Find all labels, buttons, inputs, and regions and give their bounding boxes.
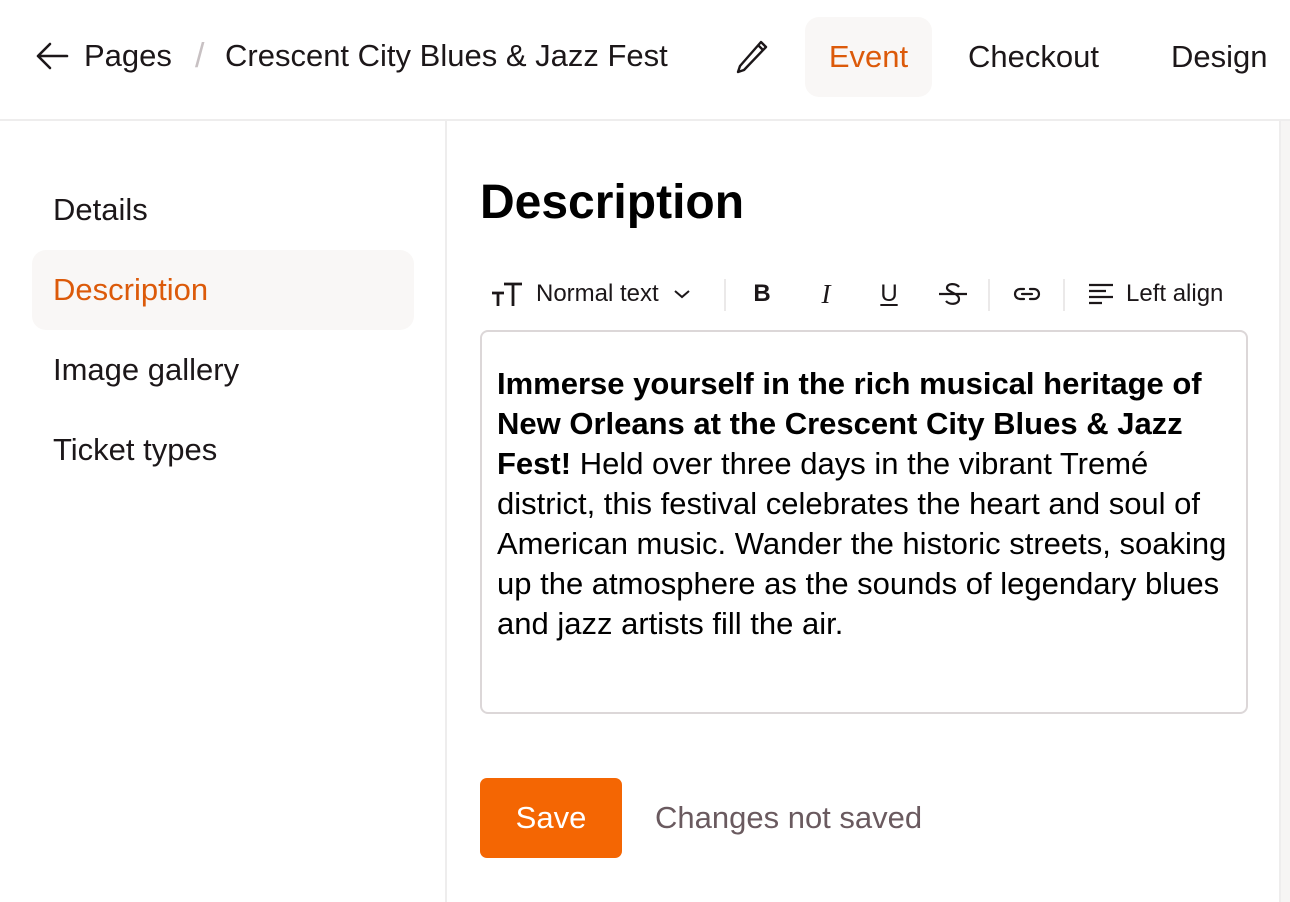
tab-event[interactable]: Event — [805, 17, 932, 97]
bold-button[interactable]: B — [750, 273, 774, 315]
tab-design[interactable]: Design — [1171, 17, 1268, 97]
underline-button[interactable]: U — [877, 273, 901, 315]
toolbar-divider — [724, 279, 726, 311]
tab-checkout[interactable]: Checkout — [968, 17, 1099, 97]
editor-toolbar: Normal text B I U Left align — [480, 273, 1250, 315]
top-bar: Pages / Crescent City Blues & Jazz Fest … — [0, 0, 1290, 121]
arrow-left-icon — [36, 42, 69, 70]
text-style-value: Normal text — [536, 280, 659, 307]
page-title: Crescent City Blues & Jazz Fest — [225, 38, 668, 73]
link-button[interactable] — [1011, 273, 1043, 315]
breadcrumb-separator: / — [195, 37, 205, 75]
sidebar-item-ticket-types[interactable]: Ticket types — [32, 410, 414, 490]
link-icon — [1013, 287, 1041, 301]
toolbar-divider — [1063, 279, 1065, 311]
save-status: Changes not saved — [655, 800, 923, 835]
back-button[interactable] — [34, 38, 70, 74]
pencil-icon — [736, 40, 768, 74]
right-panel-edge — [1279, 121, 1290, 902]
align-label: Left align — [1126, 280, 1224, 307]
edit-title-button[interactable] — [734, 38, 770, 76]
strikethrough-button[interactable] — [938, 273, 968, 315]
sidebar-item-details[interactable]: Details — [32, 170, 414, 250]
description-editor[interactable]: Immerse yourself in the rich musical her… — [480, 330, 1248, 714]
text-style-dropdown[interactable]: Normal text — [490, 273, 691, 315]
main-content: Description Normal text B I U Left align — [449, 121, 1279, 902]
italic-icon: I — [821, 278, 831, 309]
bold-icon: B — [753, 280, 771, 307]
section-heading: Description — [480, 176, 745, 229]
italic-button[interactable]: I — [814, 273, 838, 315]
text-size-icon — [492, 282, 522, 306]
sidebar: Details Description Image gallery Ticket… — [0, 121, 447, 902]
align-dropdown[interactable]: Left align — [1088, 273, 1223, 315]
toolbar-divider — [988, 279, 990, 311]
sidebar-item-image-gallery[interactable]: Image gallery — [32, 330, 414, 410]
align-left-icon — [1089, 283, 1113, 305]
breadcrumb-pages-link[interactable]: Pages — [84, 36, 172, 76]
chevron-down-icon — [674, 290, 690, 299]
strikethrough-icon — [939, 283, 967, 305]
editor-body-text: Held over three days in the vibrant Trem… — [497, 446, 1227, 641]
save-button[interactable]: Save — [480, 778, 622, 858]
underline-icon: U — [880, 280, 898, 307]
sidebar-item-description[interactable]: Description — [32, 250, 414, 330]
